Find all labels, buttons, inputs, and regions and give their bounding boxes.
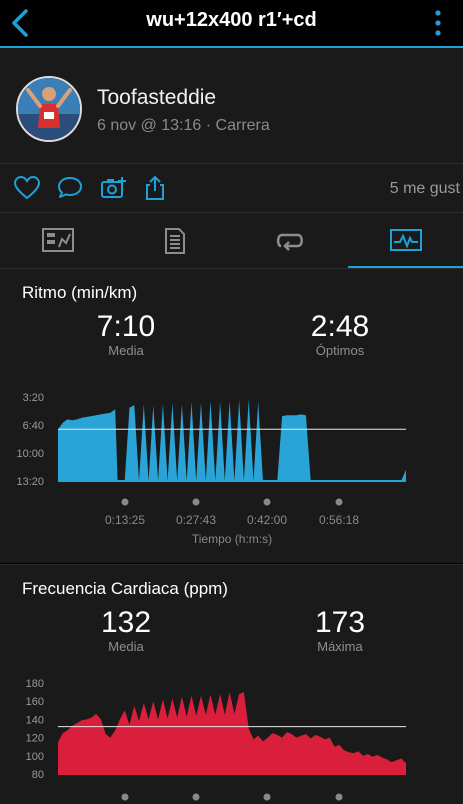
- x-tick-label: 0:42:00: [247, 513, 287, 527]
- heart-rate-average-value: 132: [100, 606, 152, 639]
- y-tick-label: 100: [26, 751, 44, 763]
- x-axis-title: Tiempo (h:m:s): [192, 532, 272, 546]
- y-tick-label: 80: [32, 769, 44, 781]
- pace-best-value: 2:48: [310, 310, 370, 343]
- laps-icon: [165, 228, 185, 254]
- heart-rate-max-value: 173: [314, 606, 366, 639]
- activity-header: Toofasteddie 6 nov @ 13:16 · Carrera: [0, 48, 463, 163]
- x-tick-label: 0:27:43: [176, 513, 216, 527]
- x-tick-dot: [335, 793, 343, 801]
- y-tick-label: 160: [26, 696, 44, 708]
- back-arrow-icon[interactable]: [6, 6, 34, 40]
- x-tick-dot: [335, 498, 343, 506]
- pace-panel: Ritmo (min/km) 7:10 Media 2:48 Óptimos 3…: [0, 269, 463, 563]
- y-tick-label: 140: [26, 714, 44, 726]
- user-name[interactable]: Toofasteddie: [97, 86, 216, 110]
- activity-title: wu+12x400 r1′+cd: [146, 9, 317, 31]
- pace-series-area: [58, 399, 406, 481]
- splits-icon: [276, 233, 303, 251]
- x-tick-label: 0:13:25: [105, 513, 145, 527]
- tab-splits[interactable]: [232, 213, 347, 268]
- pace-average-value: 7:10: [96, 310, 156, 343]
- tab-stats[interactable]: [0, 213, 115, 268]
- y-tick-label: 10:00: [16, 448, 44, 460]
- likes-count[interactable]: 5 me gust: [390, 180, 460, 198]
- x-tick-dot: [192, 793, 200, 801]
- heart-rate-average: 132 Media: [56, 606, 196, 655]
- charts-icon: [390, 229, 422, 251]
- pace-average-label: Media: [108, 343, 144, 358]
- x-tick-dot: [263, 793, 271, 801]
- avatar[interactable]: [16, 76, 82, 142]
- x-tick-dot: [121, 793, 129, 801]
- share-icon[interactable]: [141, 175, 169, 201]
- x-tick-dot: [192, 498, 200, 506]
- avatar-photo: [18, 78, 80, 140]
- y-tick-label: 180: [26, 678, 44, 690]
- tab-laps[interactable]: [116, 213, 231, 268]
- tab-charts[interactable]: [348, 213, 463, 268]
- stats-icon: [42, 228, 74, 252]
- activity-meta: 6 nov @ 13:16 · Carrera: [97, 117, 270, 134]
- heart-rate-panel: Frecuencia Cardiaca (ppm) 132 Media 173 …: [0, 565, 463, 804]
- pace-best: 2:48 Óptimos: [270, 310, 410, 359]
- more-options-icon[interactable]: [433, 6, 443, 40]
- x-tick-dot: [121, 498, 129, 506]
- activity-tabs: [0, 213, 463, 268]
- x-tick-dot: [263, 498, 271, 506]
- y-tick-label: 3:20: [23, 392, 44, 404]
- y-tick-label: 6:40: [23, 420, 44, 432]
- add-photo-icon[interactable]: [100, 175, 128, 201]
- heart-rate-max: 173 Máxima: [270, 606, 410, 655]
- x-tick-label: 0:56:18: [319, 513, 359, 527]
- heart-rate-series-area: [58, 692, 406, 774]
- heart-rate-average-label: Media: [108, 639, 144, 654]
- heart-rate-title: Frecuencia Cardiaca (ppm): [22, 579, 228, 598]
- y-tick-label: 120: [26, 733, 44, 745]
- heart-rate-chart[interactable]: 180 160 140 120 100 80: [0, 673, 463, 804]
- social-actions: 5 me gust: [0, 164, 463, 212]
- pace-best-label: Óptimos: [315, 343, 365, 358]
- pace-chart[interactable]: 3:20 6:40 10:00 13:20 0:13:25 0:27:43 0:42:00 0…: [0, 379, 463, 555]
- pace-average: 7:10 Media: [56, 310, 196, 359]
- comment-icon[interactable]: [56, 175, 84, 201]
- heart-rate-max-label: Máxima: [317, 639, 363, 654]
- pace-title: Ritmo (min/km): [22, 283, 138, 302]
- y-tick-label: 13:20: [16, 476, 44, 488]
- like-heart-icon[interactable]: [13, 175, 41, 201]
- top-bar: wu+12x400 r1′+cd: [0, 0, 463, 46]
